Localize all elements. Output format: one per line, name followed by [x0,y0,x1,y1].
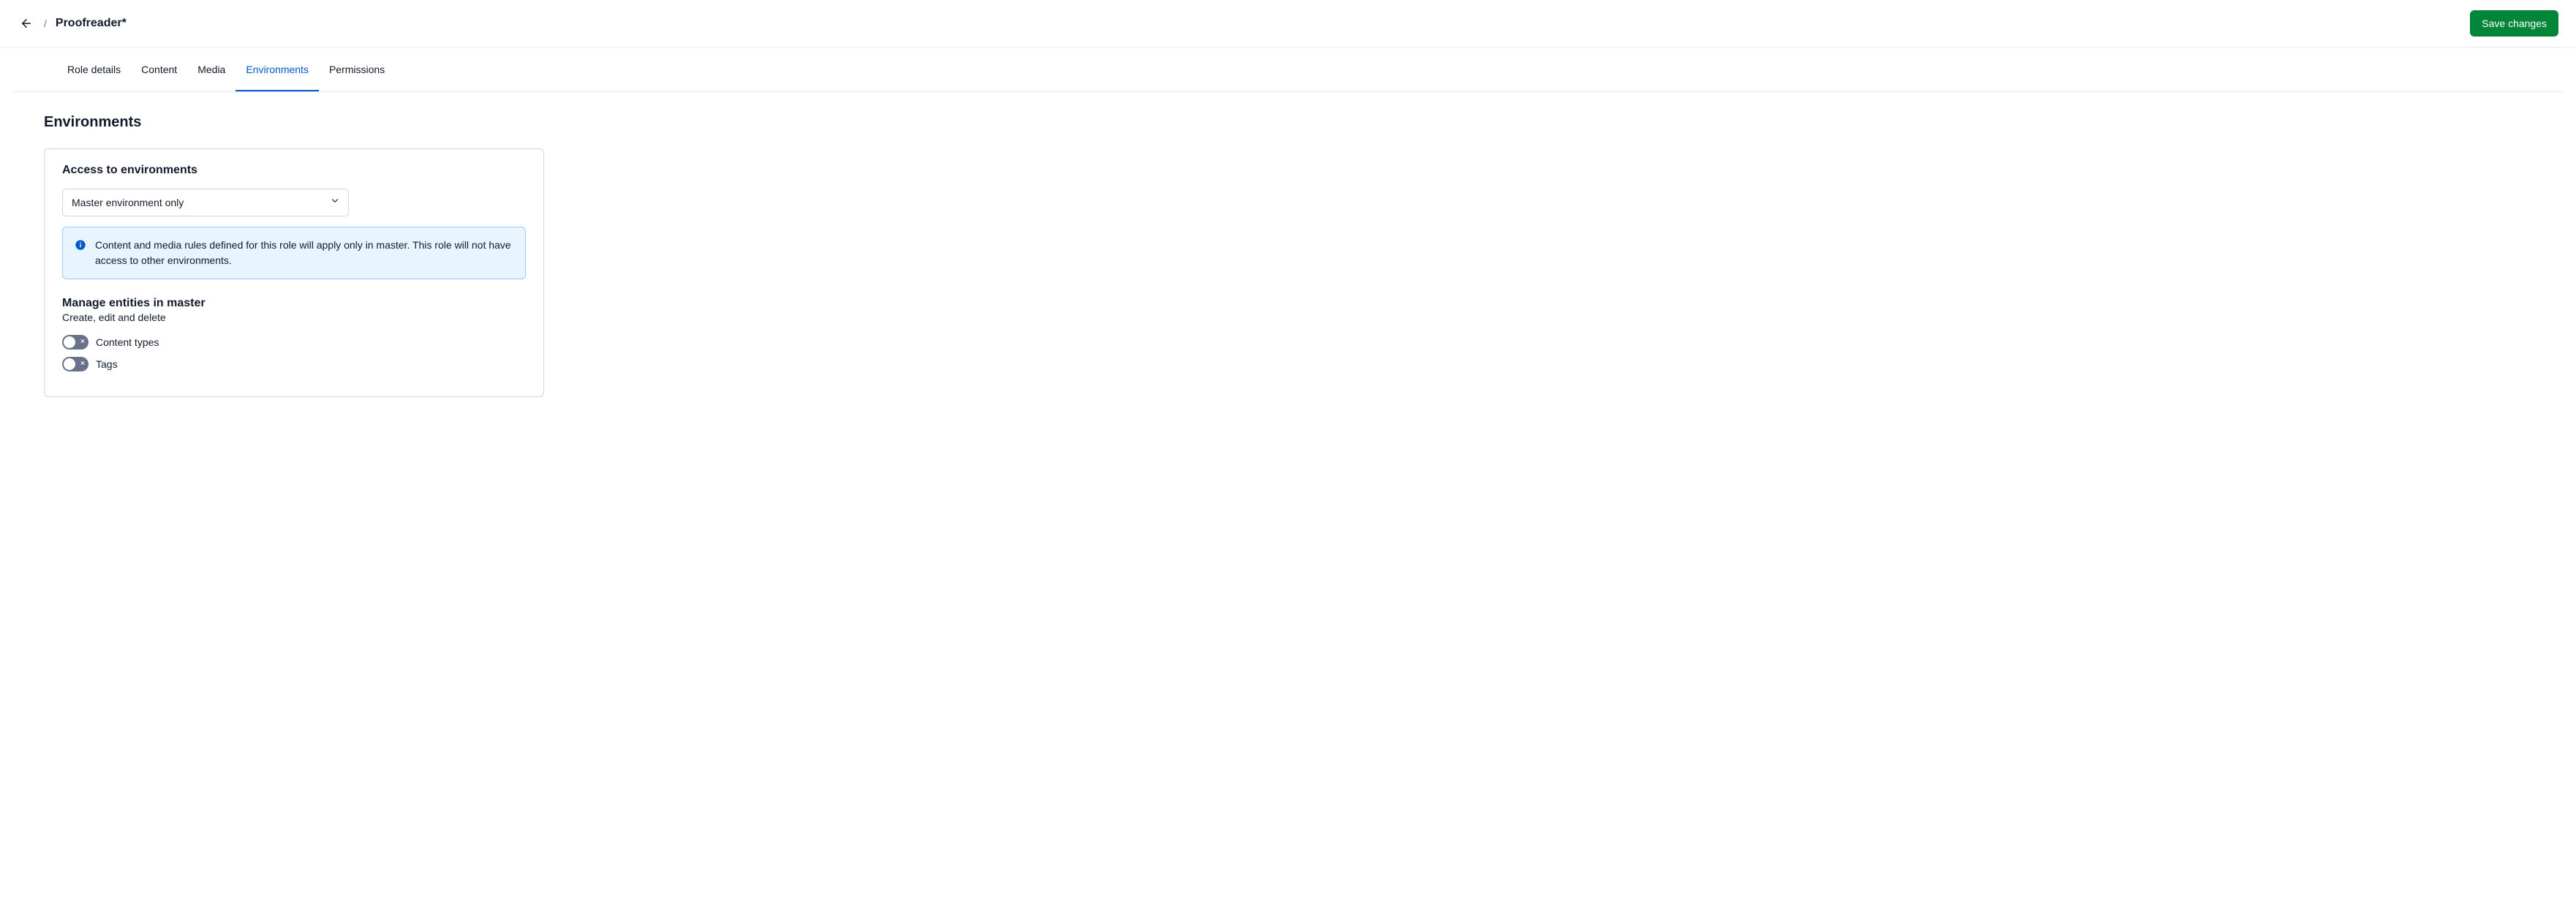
environments-card: Access to environments Master environmen… [44,148,544,397]
toggle-tags[interactable] [62,357,88,371]
toggle-label-tags: Tags [96,358,118,370]
toggle-knob [64,336,75,348]
tab-content[interactable]: Content [131,48,187,91]
back-button[interactable] [18,15,35,32]
breadcrumb-separator: / [44,18,47,29]
toggle-knob [64,358,75,370]
section-heading: Environments [44,114,2532,131]
content-area: Environments Access to environments Mast… [0,92,2576,419]
toggle-row-tags: Tags [62,357,526,371]
info-icon [75,239,86,268]
manage-heading: Manage entities in master [62,297,526,310]
x-icon [80,360,86,369]
tab-environments[interactable]: Environments [236,48,319,91]
tab-role-details[interactable]: Role details [57,48,131,91]
arrow-left-icon [20,17,33,30]
access-select-wrapper: Master environment only [62,189,349,216]
tabs-nav: Role details Content Media Environments … [13,48,2563,92]
page-header: / Proofreader* Save changes [0,0,2576,48]
save-changes-button[interactable]: Save changes [2470,10,2558,37]
tab-permissions[interactable]: Permissions [319,48,395,91]
tab-media[interactable]: Media [187,48,236,91]
manage-sub: Create, edit and delete [62,311,526,323]
x-icon [80,339,86,347]
toggle-row-content-types: Content types [62,335,526,350]
info-note: Content and media rules defined for this… [62,227,526,279]
page-title: Proofreader* [56,17,127,30]
toggle-content-types[interactable] [62,335,88,350]
access-heading: Access to environments [62,164,526,177]
header-left: / Proofreader* [18,15,127,32]
toggle-label-content-types: Content types [96,336,159,348]
info-text: Content and media rules defined for this… [95,238,513,268]
access-select[interactable]: Master environment only [62,189,349,216]
